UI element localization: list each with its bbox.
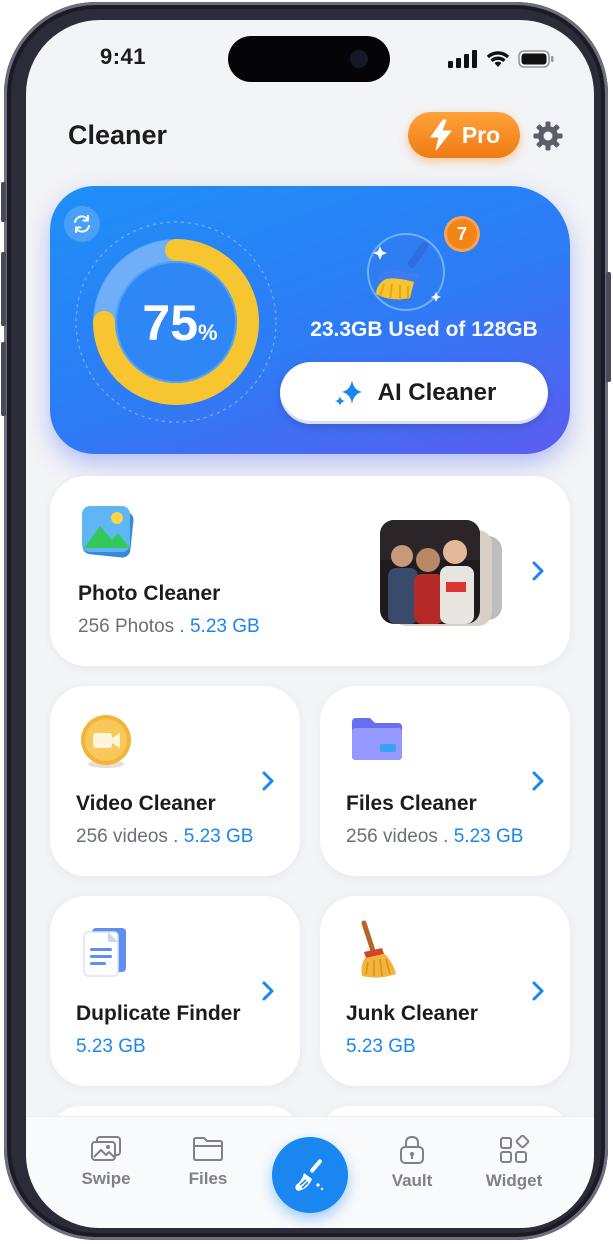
usage-percent: 75% [120, 294, 240, 352]
storage-card: 75% 7 23.3GB Used of 128GB AI Cleaner [50, 186, 570, 454]
volume-up-button [1, 252, 6, 326]
video-cleaner-meta: 256 videos . 5.23 GB [76, 826, 253, 848]
files-cleaner-card[interactable]: Files Cleaner 256 videos . 5.23 GB [320, 686, 570, 876]
pro-button[interactable]: Pro [408, 112, 520, 158]
pro-label: Pro [461, 121, 501, 148]
photo-count: 256 Photos [78, 616, 175, 637]
broom-icon [295, 1159, 324, 1191]
junk-cleaner-meta: 5.23 GB [346, 1036, 416, 1058]
photo-cleaner-card[interactable]: Photo Cleaner 256 Photos . 5.23 GB [50, 476, 570, 666]
tab-swipe-label: Swipe [81, 1169, 131, 1188]
status-time: 9:41 [100, 44, 147, 69]
tab-files[interactable]: Files [168, 1135, 248, 1189]
video-camera-icon [81, 715, 131, 768]
broom-icon [361, 920, 396, 978]
tab-widget-label: Widget [485, 1171, 543, 1190]
storage-used: 23.3GB [310, 318, 383, 341]
lock-icon [400, 1135, 424, 1164]
volume-down-button [1, 342, 6, 416]
photo-size: 5.23 GB [189, 616, 260, 637]
sparkle-icon [334, 380, 362, 406]
duplicate-finder-title: Duplicate Finder [76, 1002, 241, 1025]
video-separator: . [167, 826, 184, 847]
page-title: Cleaner [68, 120, 168, 150]
files-cleaner-title: Files Cleaner [346, 792, 477, 815]
photo-cleaner-meta: 256 Photos . 5.23 GB [78, 616, 260, 638]
document-icon [83, 928, 126, 977]
photo-separator: . [174, 616, 190, 637]
junk-cleaner-card[interactable]: Junk Cleaner 5.23 GB [320, 896, 570, 1086]
power-button [606, 272, 611, 382]
video-size: 5.23 GB [183, 826, 254, 847]
dynamic-island [228, 36, 390, 82]
junk-cleaner-title: Junk Cleaner [346, 1002, 478, 1025]
status-icons [448, 50, 554, 68]
photos-icon [91, 1136, 121, 1161]
video-cleaner-card[interactable]: Video Cleaner 256 videos . 5.23 GB [50, 686, 300, 876]
screen: 9:41 Cleaner Pro 75% 7 23.3GB Used of 12… [26, 20, 594, 1228]
video-cleaner-title: Video Cleaner [76, 792, 216, 815]
tab-swipe[interactable]: Swipe [66, 1135, 146, 1189]
files-size: 5.23 GB [453, 826, 524, 847]
chevron-right-icon[interactable] [530, 560, 546, 582]
storage-usage-text: 23.3GB Used of 128GB [284, 318, 564, 342]
duplicate-finder-card[interactable]: Duplicate Finder 5.23 GB [50, 896, 300, 1086]
junk-size: 5.23 GB [346, 1036, 416, 1057]
chevron-right-icon[interactable] [530, 980, 546, 1002]
video-count: 256 videos [76, 826, 168, 847]
duplicate-size: 5.23 GB [76, 1036, 146, 1057]
broom-icon [367, 233, 445, 311]
widget-grid-icon [500, 1135, 530, 1163]
tab-vault[interactable]: Vault [372, 1135, 452, 1191]
cleanable-count-badge: 7 [444, 216, 480, 252]
chevron-right-icon[interactable] [260, 770, 276, 792]
folder-icon [193, 1137, 223, 1161]
photo-icon [82, 506, 134, 558]
action-button [1, 182, 6, 222]
camera-lens [350, 50, 368, 68]
battery-icon [518, 50, 554, 68]
chevron-right-icon[interactable] [530, 770, 546, 792]
tab-bar: Swipe Files Vault Widget [26, 1116, 594, 1228]
tab-cleaner[interactable] [272, 1137, 348, 1213]
duplicate-finder-meta: 5.23 GB [76, 1036, 146, 1058]
storage-total: Used of 128GB [388, 318, 538, 341]
lightning-icon [429, 119, 452, 151]
usage-percent-value: 75 [142, 295, 199, 351]
tab-vault-label: Vault [391, 1171, 433, 1190]
files-cleaner-meta: 256 videos . 5.23 GB [346, 826, 523, 848]
wifi-icon [486, 51, 510, 67]
tab-widget[interactable]: Widget [474, 1135, 554, 1191]
folder-icon [352, 718, 402, 760]
files-count: 256 videos [346, 826, 438, 847]
files-separator: . [437, 826, 454, 847]
gear-icon[interactable] [532, 120, 564, 152]
photo-cleaner-title: Photo Cleaner [78, 582, 221, 605]
phone-frame: 9:41 Cleaner Pro 75% 7 23.3GB Used of 12… [1, 2, 611, 1240]
photo-thumbnail [380, 520, 480, 624]
usage-percent-symbol: % [198, 320, 218, 345]
ai-cleaner-button[interactable]: AI Cleaner [280, 362, 548, 424]
tab-files-label: Files [188, 1169, 228, 1188]
ai-cleaner-label: AI Cleaner [377, 379, 497, 406]
chevron-right-icon[interactable] [260, 980, 276, 1002]
signal-icon [448, 50, 477, 68]
